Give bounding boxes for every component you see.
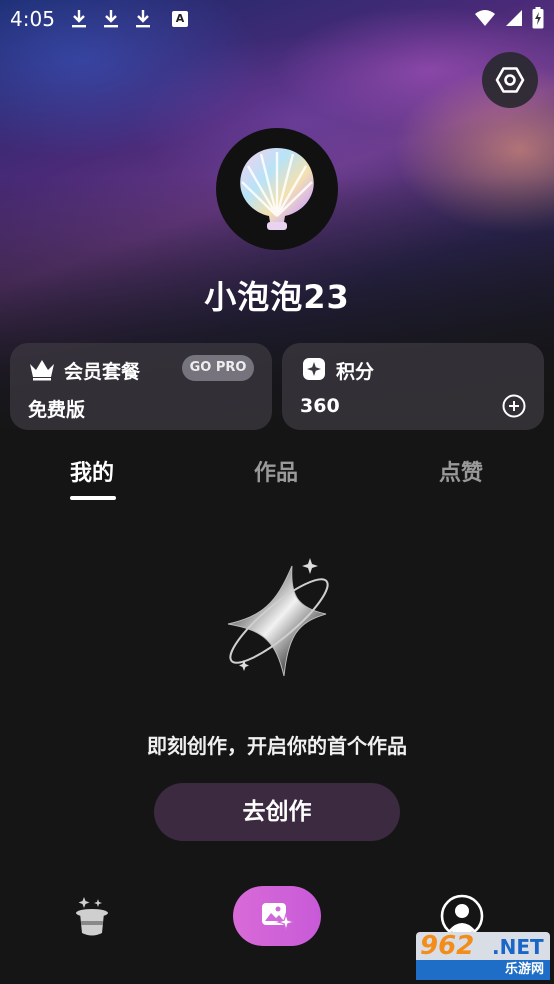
- membership-card[interactable]: 会员套餐 GO PRO 免费版: [10, 343, 272, 430]
- status-time: 4:05: [10, 7, 55, 31]
- active-tab-indicator: [70, 496, 116, 500]
- points-value: 360: [300, 395, 340, 417]
- watermark-suffix: .NET: [492, 935, 544, 959]
- username: 小泡泡23: [204, 278, 350, 316]
- points-title: 积分: [336, 361, 375, 383]
- settings-button[interactable]: [482, 52, 538, 108]
- signal-icon: [504, 8, 524, 32]
- membership-title: 会员套餐: [64, 361, 141, 383]
- tab-mine[interactable]: 我的: [42, 455, 142, 487]
- empty-state-message: 即刻创作，开启你的首个作品: [147, 734, 407, 758]
- tab-works[interactable]: 作品: [226, 455, 326, 487]
- add-points-icon[interactable]: [502, 394, 526, 418]
- go-pro-badge[interactable]: GO PRO: [182, 355, 254, 381]
- settings-hexagon-icon: [495, 67, 525, 93]
- download-icon: [70, 8, 88, 30]
- membership-plan: 免费版: [28, 399, 86, 421]
- watermark-number: 962: [420, 931, 475, 961]
- crown-icon: [30, 360, 54, 381]
- avatar[interactable]: [216, 128, 338, 250]
- battery-icon: [532, 7, 544, 33]
- site-watermark-logo: 962 .NET 乐游网: [416, 931, 550, 980]
- seashell-avatar-icon: [240, 148, 314, 230]
- download-icon: [134, 8, 152, 30]
- points-icon: [303, 358, 325, 380]
- tab-likes[interactable]: 点赞: [411, 455, 511, 487]
- sparkle-star-icon: [227, 558, 329, 677]
- go-create-button[interactable]: 去创作: [154, 783, 400, 841]
- profile-tabs: 我的 作品 点赞: [0, 455, 554, 505]
- watermark-site: 乐游网: [416, 960, 550, 980]
- wifi-icon: [474, 8, 496, 32]
- status-bar: 4:05 A: [0, 0, 554, 38]
- app-notification-icon: A: [172, 11, 188, 27]
- download-icon: [102, 8, 120, 30]
- points-card[interactable]: 积分 360: [282, 343, 544, 430]
- magic-hat-icon[interactable]: [74, 895, 110, 939]
- image-sparkle-icon: [262, 903, 294, 932]
- nav-create-button[interactable]: [233, 886, 321, 946]
